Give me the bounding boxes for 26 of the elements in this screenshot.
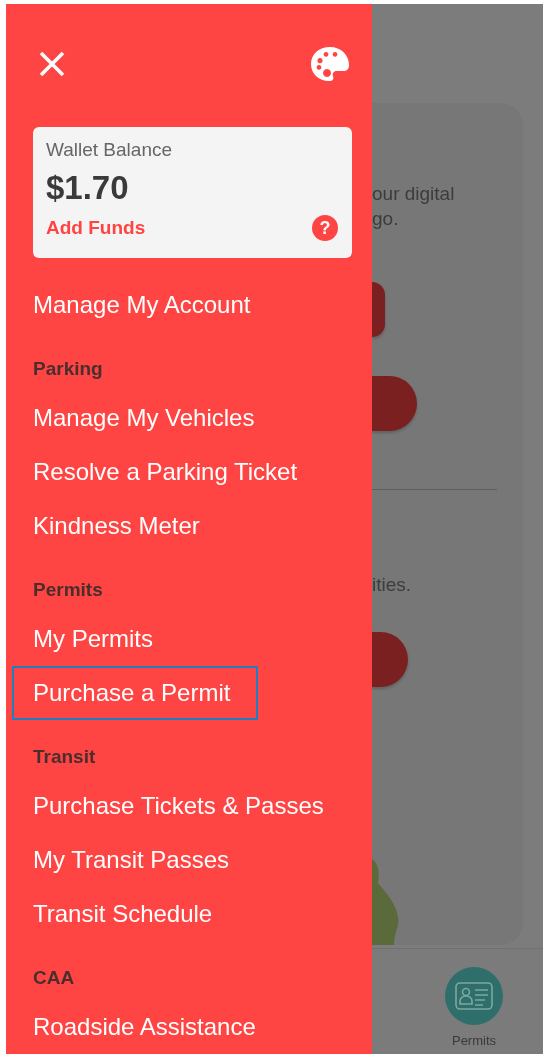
- menu-item[interactable]: Purchase a Permit: [12, 666, 259, 720]
- wallet-amount: $1.70: [46, 169, 130, 207]
- close-icon[interactable]: [39, 51, 65, 77]
- menu-item[interactable]: Transit Schedule: [12, 887, 241, 941]
- menu-item[interactable]: My Transit Passes: [12, 833, 258, 887]
- menu-item[interactable]: My Permits: [12, 612, 181, 666]
- section-header: Parking: [33, 357, 103, 381]
- menu-item[interactable]: Manage My Vehicles: [12, 391, 283, 445]
- help-icon[interactable]: ?: [312, 215, 338, 241]
- menu-item[interactable]: Manage My Account: [12, 278, 279, 332]
- palette-icon[interactable]: [310, 46, 350, 82]
- pill-button[interactable]: [372, 282, 385, 337]
- pill-button[interactable]: [372, 632, 408, 687]
- section-header: Permits: [33, 578, 103, 602]
- menu-item[interactable]: Kindness Meter: [12, 499, 228, 553]
- add-funds-link[interactable]: Add Funds: [46, 217, 146, 239]
- menu-item[interactable]: Purchase Tickets & Passes: [12, 779, 352, 833]
- body-text: ities.: [372, 574, 412, 596]
- section-header: Transit: [33, 745, 96, 769]
- menu-item[interactable]: Roadside Assistance: [12, 1000, 284, 1054]
- pill-button[interactable]: [372, 376, 417, 431]
- intro-text: our digital go.: [372, 182, 455, 231]
- wallet-label: Wallet Balance: [46, 139, 174, 161]
- id-card-icon: [454, 981, 494, 1011]
- menu-item[interactable]: Resolve a Parking Ticket: [12, 445, 326, 499]
- section-header: CAA: [33, 966, 75, 990]
